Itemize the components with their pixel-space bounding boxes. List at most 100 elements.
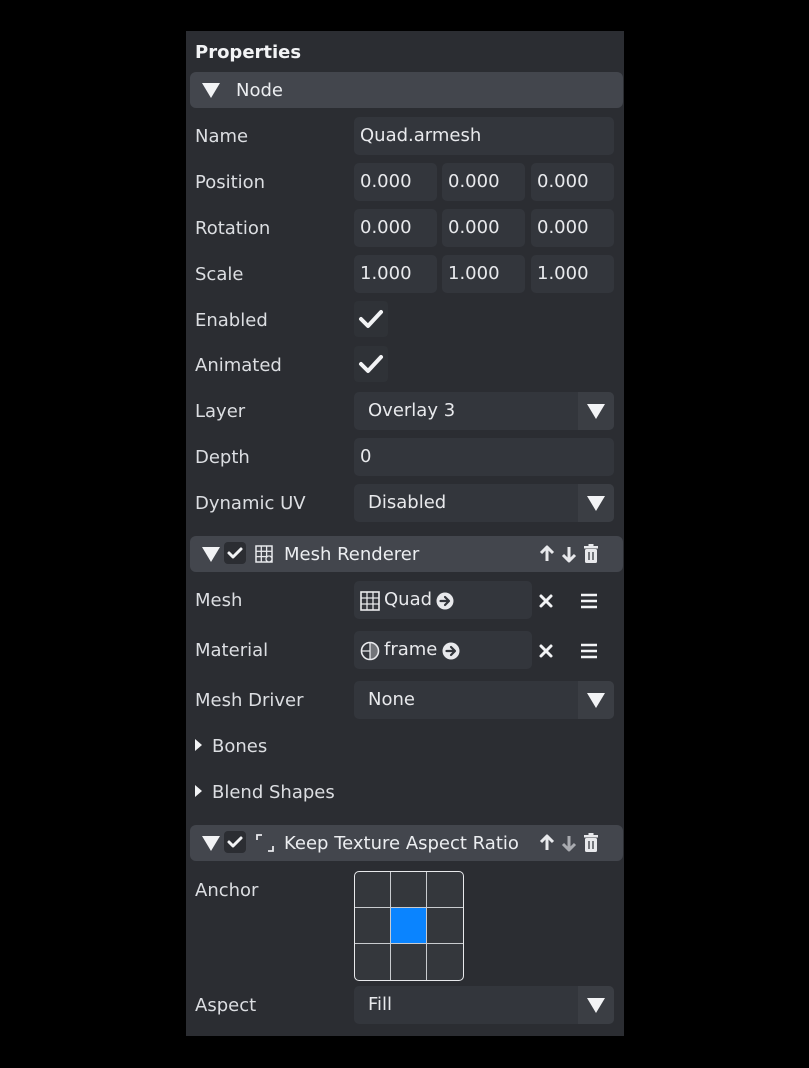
anchor-grid[interactable] [354,871,464,981]
anchor-cell-top-left[interactable] [355,872,391,908]
checkmark-icon [359,310,383,328]
anchor-label: Anchor [195,880,259,901]
enabled-checkbox[interactable] [354,301,388,337]
layer-value: Overlay 3 [368,400,456,421]
collapse-triangle-icon[interactable] [202,83,220,98]
anchor-cell-top-right[interactable] [427,872,463,908]
dynamic-uv-label: Dynamic UV [195,493,306,514]
layer-dropdown[interactable]: Overlay 3 [354,392,614,430]
mesh-field[interactable]: Quad [354,581,532,619]
animated-checkbox[interactable] [354,346,388,382]
position-z-field[interactable]: 0.000 [531,163,614,201]
collapse-triangle-icon[interactable] [202,836,220,851]
rotation-x-field[interactable]: 0.000 [354,209,437,247]
aspect-dropdown[interactable]: Fill [354,986,614,1024]
depth-value: 0 [360,446,372,467]
animated-label: Animated [195,355,282,376]
section-node-header[interactable]: Node [190,72,623,108]
rotation-y-value: 0.000 [448,217,500,238]
aspect-label: Aspect [195,995,257,1016]
expand-triangle-icon [195,785,202,797]
arrow-down-icon[interactable] [560,544,578,564]
scale-label: Scale [195,264,244,285]
arrow-down-icon[interactable] [560,833,578,853]
menu-lines-icon[interactable] [580,641,598,661]
section-title: Keep Texture Aspect Ratio [284,833,519,854]
dropdown-arrow-icon[interactable] [578,986,614,1024]
bones-foldout[interactable]: Bones [195,736,267,757]
collapse-triangle-icon[interactable] [202,547,220,562]
scale-z-field[interactable]: 1.000 [531,255,614,293]
rotation-x-value: 0.000 [360,217,412,238]
checkmark-icon [359,355,383,373]
scale-z-value: 1.000 [537,263,589,284]
name-label: Name [195,126,249,147]
panel-title: Properties [195,42,302,63]
anchor-cell-middle-left[interactable] [355,908,391,944]
position-y-field[interactable]: 0.000 [442,163,525,201]
keep-aspect-enabled-checkbox[interactable] [224,831,246,853]
anchor-cell-center[interactable] [391,908,427,944]
menu-lines-icon[interactable] [580,591,598,611]
mesh-renderer-enabled-checkbox[interactable] [224,542,246,564]
arrow-up-icon[interactable] [538,544,556,564]
name-value: Quad.armesh [360,125,482,146]
section-title: Node [236,80,283,101]
dropdown-arrow-icon[interactable] [578,681,614,719]
aspect-value: Fill [368,994,393,1015]
anchor-cell-bottom-left[interactable] [355,944,391,980]
clear-x-icon[interactable] [536,591,556,611]
depth-field[interactable]: 0 [354,438,614,476]
checkmark-icon [227,547,243,559]
rotation-y-field[interactable]: 0.000 [442,209,525,247]
properties-panel: Properties Node Name Quad.armesh Positio… [186,31,624,1036]
material-sphere-icon [360,641,380,661]
position-z-value: 0.000 [537,171,589,192]
anchor-cell-top-center[interactable] [391,872,427,908]
bones-label: Bones [212,736,268,757]
blend-shapes-label: Blend Shapes [212,782,335,803]
rotation-label: Rotation [195,218,271,239]
material-field[interactable]: frame [354,631,532,669]
rotation-z-value: 0.000 [537,217,589,238]
mesh-label: Mesh [195,590,243,611]
section-mesh-renderer-header[interactable]: Mesh Renderer [190,536,623,572]
trash-icon[interactable] [583,833,599,853]
dropdown-arrow-icon[interactable] [578,392,614,430]
expand-triangle-icon [195,739,202,751]
section-title: Mesh Renderer [284,544,420,565]
position-x-value: 0.000 [360,171,412,192]
mesh-grid-icon [360,591,380,611]
depth-label: Depth [195,447,250,468]
rotation-z-field[interactable]: 0.000 [531,209,614,247]
mesh-driver-dropdown[interactable]: None [354,681,614,719]
mesh-value: Quad [384,589,433,610]
dynamic-uv-dropdown[interactable]: Disabled [354,484,614,522]
dropdown-arrow-icon[interactable] [578,484,614,522]
dynamic-uv-value: Disabled [368,492,447,513]
anchor-cell-bottom-center[interactable] [391,944,427,980]
mesh-driver-value: None [368,689,415,710]
position-y-value: 0.000 [448,171,500,192]
arrow-up-icon[interactable] [538,833,556,853]
scale-y-value: 1.000 [448,263,500,284]
scale-x-field[interactable]: 1.000 [354,255,437,293]
scale-x-value: 1.000 [360,263,412,284]
navigate-arrow-icon[interactable] [436,592,454,610]
anchor-cell-middle-right[interactable] [427,908,463,944]
mesh-renderer-icon [255,545,273,563]
clear-x-icon[interactable] [536,641,556,661]
scale-y-field[interactable]: 1.000 [442,255,525,293]
trash-icon[interactable] [583,544,599,564]
anchor-cell-bottom-right[interactable] [427,944,463,980]
aspect-corners-icon [256,834,274,852]
section-keep-aspect-header[interactable]: Keep Texture Aspect Ratio [190,825,623,861]
position-x-field[interactable]: 0.000 [354,163,437,201]
mesh-driver-label: Mesh Driver [195,690,304,711]
layer-label: Layer [195,401,246,422]
material-label: Material [195,640,269,661]
blend-shapes-foldout[interactable]: Blend Shapes [195,782,335,803]
name-field[interactable]: Quad.armesh [354,117,614,155]
navigate-arrow-icon[interactable] [442,642,460,660]
position-label: Position [195,172,266,193]
